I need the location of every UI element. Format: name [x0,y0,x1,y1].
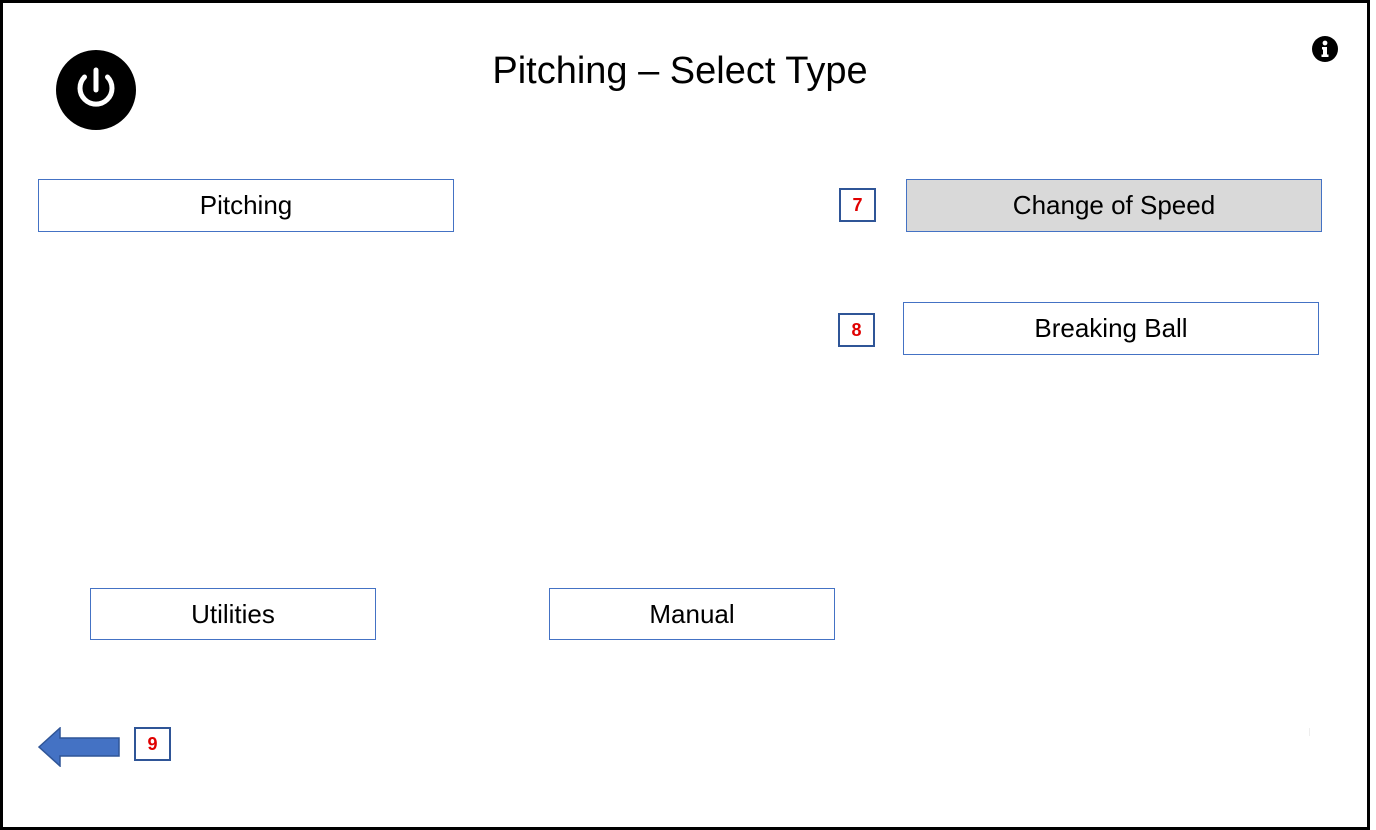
callout-8: 8 [838,313,875,347]
app-frame [0,0,1370,830]
callout-7: 7 [839,188,876,222]
power-button[interactable] [56,50,136,130]
info-button[interactable] [1312,36,1338,62]
pitching-button[interactable]: Pitching [38,179,454,232]
page-title: Pitching – Select Type [492,50,868,92]
power-icon [56,50,136,130]
callout-9: 9 [134,727,171,761]
info-icon [1312,36,1338,62]
breaking-ball-button[interactable]: Breaking Ball [903,302,1319,355]
manual-button[interactable]: Manual [549,588,835,640]
change-of-speed-button[interactable]: Change of Speed [906,179,1322,232]
utilities-button[interactable]: Utilities [90,588,376,640]
back-button[interactable] [38,727,120,767]
left-arrow-icon [38,727,120,767]
divider-mark [1309,728,1310,736]
